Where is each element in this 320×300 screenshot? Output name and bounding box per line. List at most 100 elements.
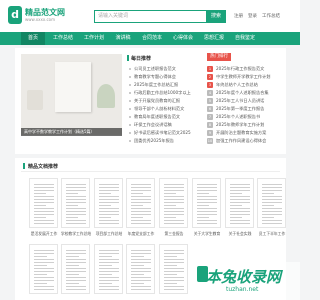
nav-item-work-summary[interactable]: 工作总结: [50, 32, 76, 45]
doc-text-line: [131, 289, 151, 290]
doc-text-line: [99, 220, 119, 221]
doc-text-line: [164, 280, 184, 281]
doc-caption[interactable]: 是活发展开工作: [26, 231, 62, 237]
search-input[interactable]: 请输入关键词: [94, 10, 206, 23]
banner-caption[interactable]: 高中学不数学教学工作计划（精选5篇）: [21, 128, 122, 136]
search-button[interactable]: 搜索: [206, 10, 226, 23]
banner-image[interactable]: [21, 54, 122, 135]
doc-text-line: [34, 256, 47, 257]
doc-text-line: [131, 271, 151, 272]
doc-text-line: [164, 274, 177, 275]
doc-thumbnail[interactable]: [159, 178, 188, 228]
doc-text-line: [34, 223, 54, 224]
doc-text-line: [66, 283, 79, 284]
doc-thumbnail[interactable]: [192, 178, 221, 228]
ranked-item[interactable]: 1 2025年行政工作报告范文: [207, 66, 264, 72]
doc-text-line: [66, 277, 86, 278]
ranked-item[interactable]: 9 开展防治主题教育实施方案: [207, 130, 266, 136]
doc-text-line: [131, 187, 151, 188]
doc-text-line: [99, 265, 112, 266]
ranked-item[interactable]: 4 2025年度个人述职报告合集: [207, 90, 269, 96]
rank-badge: 7: [207, 114, 213, 120]
doc-caption[interactable]: 第三金报告: [156, 231, 192, 237]
doc-caption[interactable]: 项目部工作总结: [91, 231, 127, 237]
doc-text-line: [197, 190, 217, 191]
nav-item-home[interactable]: 首页: [21, 32, 45, 45]
doc-text-line: [66, 259, 86, 260]
doc-caption[interactable]: 关于社会实践: [222, 231, 258, 237]
doc-thumbnail[interactable]: [29, 244, 58, 294]
doc-thumbnail[interactable]: [126, 178, 155, 228]
latest-title: 每日推荐: [131, 56, 152, 62]
doc-thumbnail[interactable]: [94, 244, 123, 294]
list-item[interactable]: 关于开展党员教育的汇报: [129, 98, 180, 104]
doc-text-line: [99, 202, 119, 203]
doc-text-line: [99, 223, 119, 224]
doc-thumbnail[interactable]: [94, 178, 123, 228]
nav-item-work-plan[interactable]: 工作计划: [81, 32, 107, 45]
doc-text-line: [34, 289, 54, 290]
doc-text-line: [262, 211, 282, 212]
ranked-item[interactable]: 8 2025年教师学年工作计划: [207, 122, 264, 128]
doc-text-line: [262, 187, 282, 188]
ranked-item[interactable]: 7 2025年个人述职报告书: [207, 114, 260, 120]
doc-text-line: [66, 253, 86, 254]
list-item[interactable]: 2025年度工作总结汇报: [129, 82, 178, 88]
login-link[interactable]: 登录: [248, 13, 257, 19]
doc-text-line: [66, 280, 86, 281]
doc-text-line: [66, 199, 86, 200]
ranked-item[interactable]: 6 2025年第一季度工作报告: [207, 106, 264, 112]
doc-text-line: [34, 211, 54, 212]
doc-text-line: [99, 187, 119, 188]
nav-item-thought-report[interactable]: 思想汇报: [201, 32, 227, 45]
doc-text-line: [66, 265, 79, 266]
doc-thumbnail[interactable]: [61, 178, 90, 228]
logo-icon[interactable]: d: [8, 6, 22, 24]
doc-thumbnail[interactable]: [29, 178, 58, 228]
bullet-icon: [129, 140, 131, 142]
nav-item-speech[interactable]: 演讲稿: [112, 32, 134, 45]
doc-text-line: [197, 199, 217, 200]
ranked-item[interactable]: 5 2025年工人节日人员讲话: [207, 98, 264, 104]
list-item[interactable]: 行政后勤工作总结1000字以上: [129, 90, 191, 96]
rank-badge: 4: [207, 90, 213, 96]
doc-thumbnail[interactable]: [126, 244, 155, 294]
list-item[interactable]: 团委优秀2025年报告: [129, 138, 174, 144]
ranked-item[interactable]: 3 年终总结个人工作总结: [207, 82, 258, 88]
list-item[interactable]: 公司员工述职报告范文: [129, 66, 176, 72]
doc-text-line: [197, 193, 209, 194]
list-item[interactable]: 教育教学专题心得体会: [129, 74, 176, 80]
doc-text-line: [131, 256, 144, 257]
ranked-item[interactable]: 10 加强工作作风建设心得体会: [207, 138, 266, 144]
ranked-item[interactable]: 2 中学生教师开学教学工作计划: [207, 74, 270, 80]
doc-text-line: [131, 253, 151, 254]
doc-thumbnail[interactable]: [225, 178, 254, 228]
doc-text-line: [66, 220, 86, 221]
doc-text-line: [34, 250, 54, 251]
site-url: www.xxxx.com: [25, 17, 56, 22]
header-category-link[interactable]: 工作总结: [262, 13, 280, 19]
nav-item-contract[interactable]: 合同范本: [139, 32, 165, 45]
nav-item-experience[interactable]: 心得体会: [170, 32, 196, 45]
list-item[interactable]: 教育局年度述职报告范文: [129, 114, 180, 120]
bullet-icon: [129, 76, 131, 78]
doc-thumbnail[interactable]: [61, 244, 90, 294]
list-item[interactable]: 领导干部个人剖析材料范文: [129, 106, 184, 112]
doc-thumbnail[interactable]: [257, 178, 286, 228]
rank-badge: 10: [207, 138, 213, 144]
doc-text-line: [34, 274, 47, 275]
nav-item-self-evaluation[interactable]: 自我鉴定: [232, 32, 258, 45]
doc-caption[interactable]: 员工下半年工作: [254, 231, 290, 237]
list-item[interactable]: 好书读后感读书笔记范文2025: [129, 130, 191, 136]
doc-text-line: [34, 277, 54, 278]
doc-text-line: [34, 202, 54, 203]
doc-thumbnail[interactable]: [159, 244, 188, 294]
doc-text-line: [99, 277, 119, 278]
doc-caption[interactable]: 年度党支部工作: [123, 231, 159, 237]
doc-text-line: [164, 217, 176, 218]
doc-caption[interactable]: 关于大学生教育: [189, 231, 225, 237]
register-link[interactable]: 注册: [234, 13, 243, 19]
doc-caption[interactable]: 学校教学工作总结: [58, 231, 94, 237]
list-item[interactable]: 环保工作会议讲话稿: [129, 122, 172, 128]
rank-badge: 5: [207, 98, 213, 104]
